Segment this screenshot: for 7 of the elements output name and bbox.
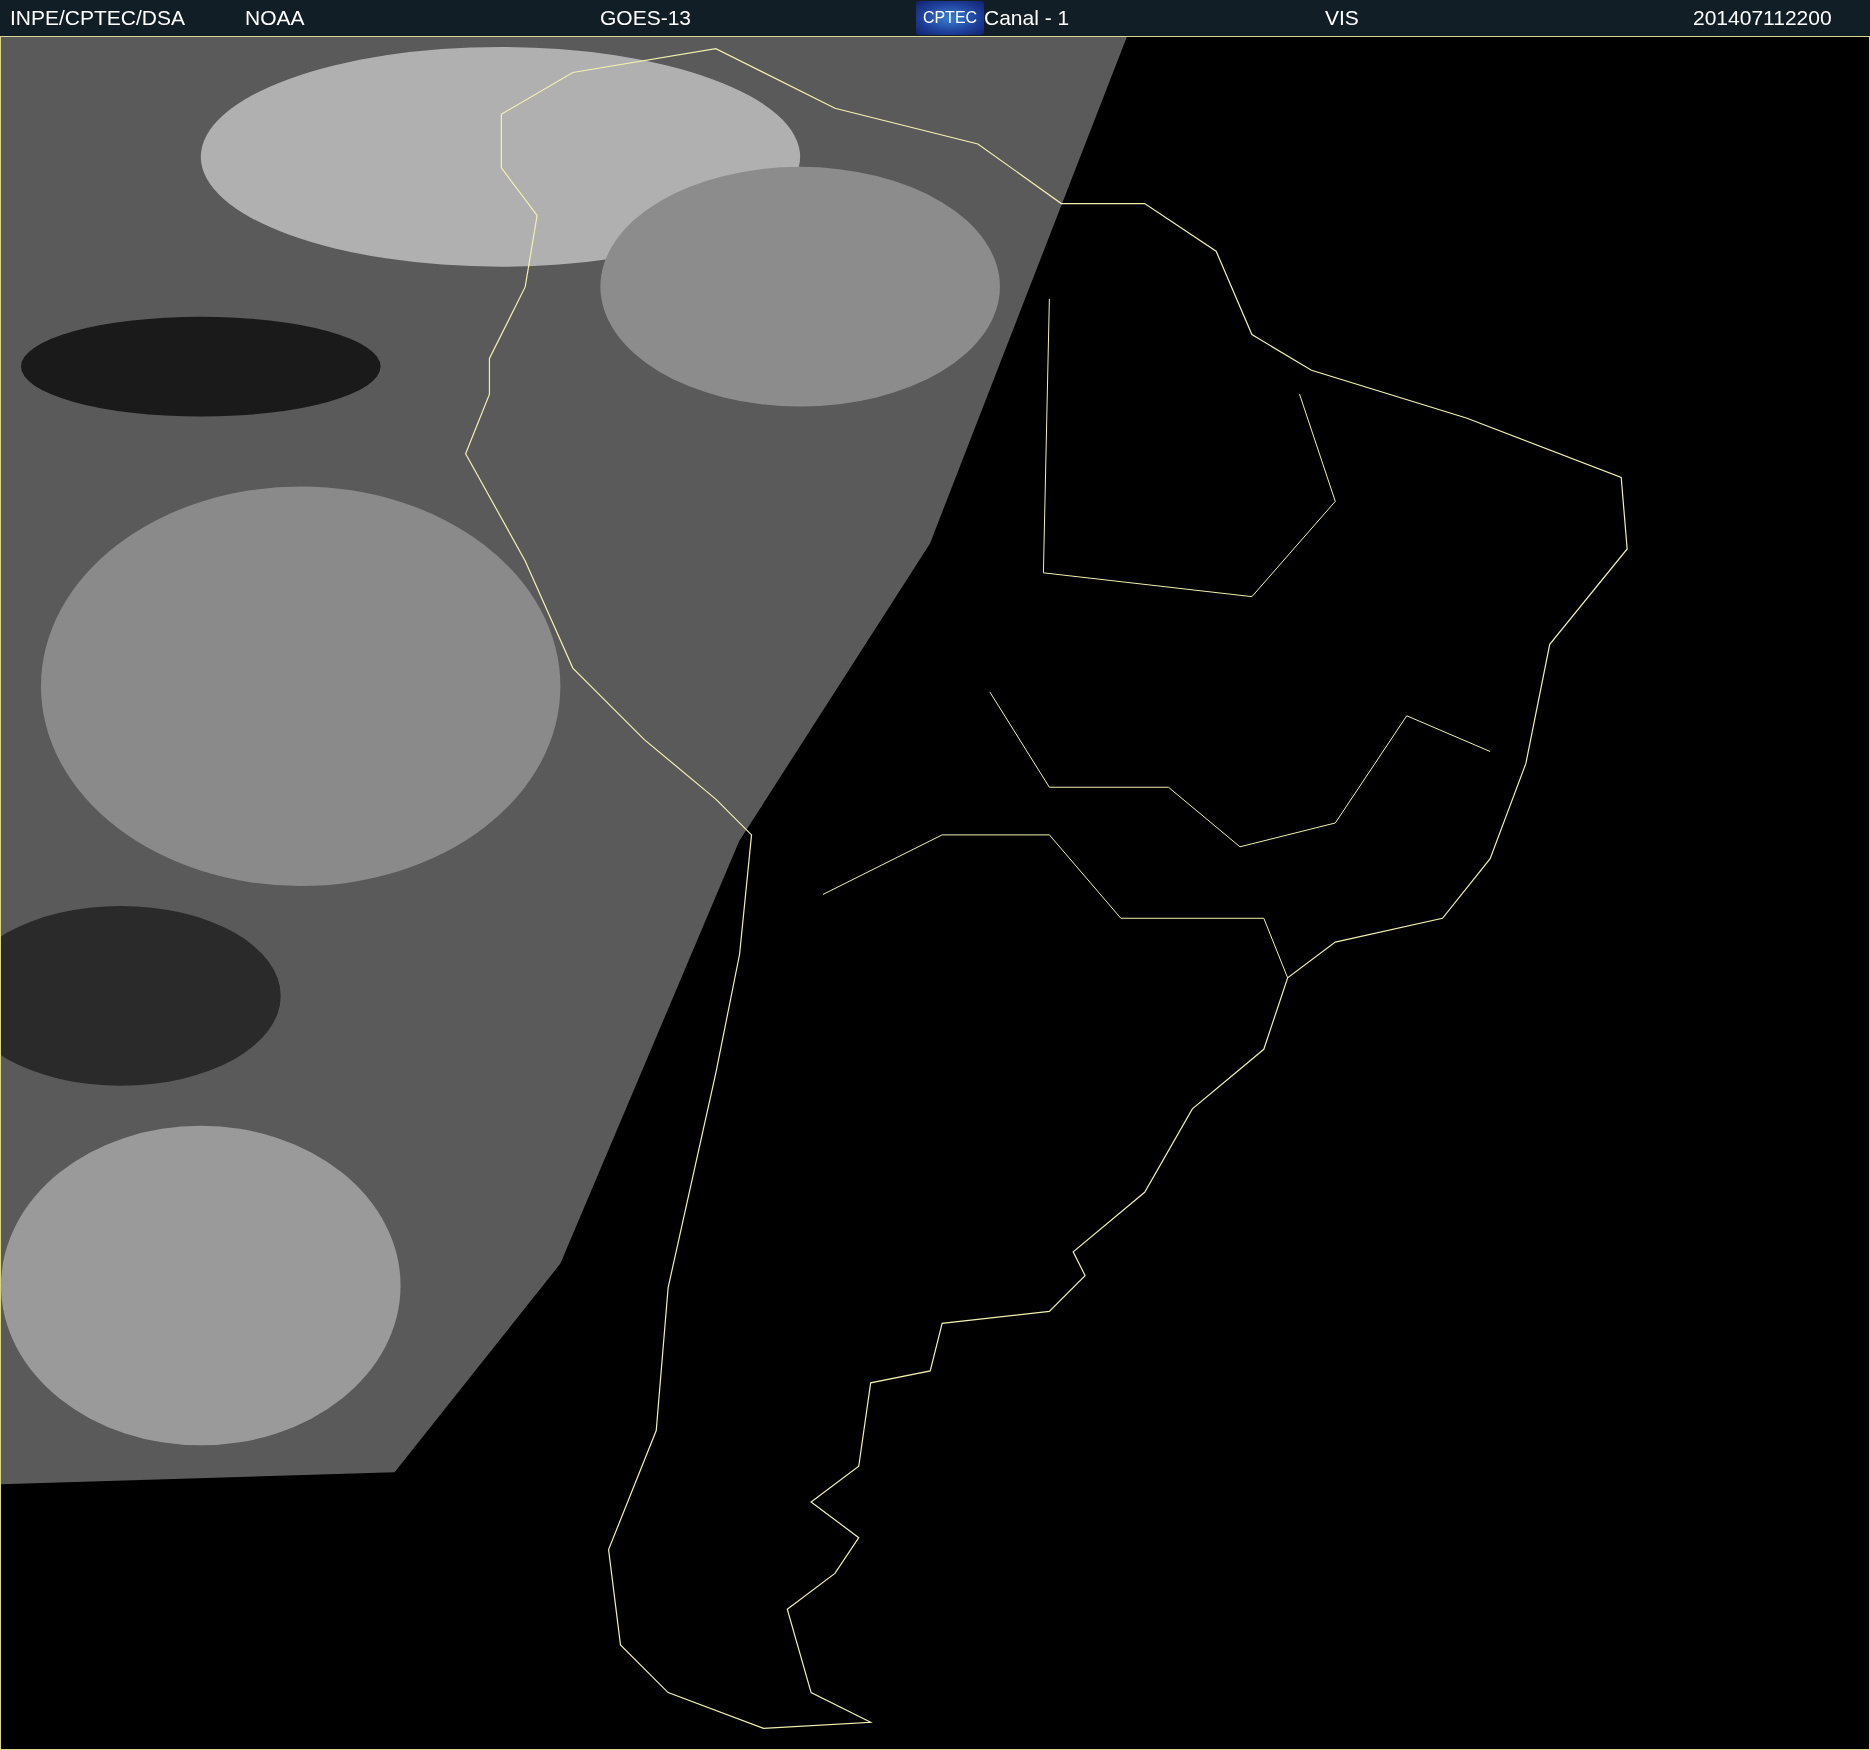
band-label: VIS bbox=[1325, 6, 1359, 30]
source-label: INPE/CPTEC/DSA bbox=[10, 6, 186, 30]
channel-label: Canal - 1 bbox=[984, 6, 1070, 30]
agency-label: NOAA bbox=[245, 6, 305, 30]
timestamp-label: 201407112200 bbox=[1693, 6, 1832, 30]
logo: CPTEC bbox=[916, 1, 984, 35]
satellite-label: GOES-13 bbox=[600, 6, 692, 30]
